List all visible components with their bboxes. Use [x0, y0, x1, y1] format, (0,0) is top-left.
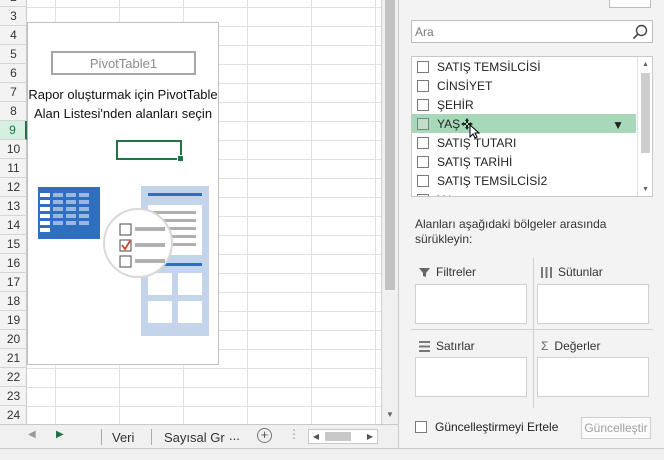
scroll-down-icon[interactable]: ▼ — [382, 406, 398, 422]
pivot-illustration — [36, 183, 211, 366]
row-header[interactable]: 20 — [0, 330, 27, 349]
field-checkbox[interactable] — [417, 155, 429, 168]
field-list-scrollbar[interactable]: ▲ ▼ — [637, 57, 652, 196]
scroll-left-icon[interactable]: ◀ — [309, 430, 323, 443]
field-checkbox[interactable] — [417, 79, 429, 92]
pivot-field-pane: SATIŞ TEMSİLCİSİCİNSİYETŞEHİRYAŞ▼SATIŞ T… — [398, 0, 664, 448]
field-item[interactable]: ŞEHİR — [412, 95, 636, 114]
row-header[interactable]: 4 — [0, 26, 27, 45]
row-header[interactable]: 5 — [0, 45, 27, 64]
zone-columns-title: Sütunlar — [541, 265, 603, 279]
defer-update-option[interactable]: Güncelleştirmeyi Ertele — [415, 420, 558, 434]
field-checkbox[interactable] — [417, 174, 429, 187]
zone-filters-title: Filtreler — [419, 265, 476, 279]
row-header[interactable]: 11 — [0, 159, 27, 178]
defer-update-checkbox[interactable] — [415, 421, 427, 433]
sheet-vertical-scrollbar[interactable]: ▼ — [381, 0, 398, 424]
rows-icon — [419, 340, 430, 352]
field-item[interactable]: SATIŞ TEMSİLCİSİ — [412, 57, 636, 76]
tab-scroll-left-icon[interactable]: ◀ — [28, 429, 36, 440]
field-item[interactable]: Yıl — [412, 190, 636, 197]
pane-top-control[interactable] — [609, 0, 651, 8]
row-header[interactable]: 8 — [0, 102, 27, 121]
horizontal-scrollbar[interactable]: ◀ ▶ — [308, 429, 378, 444]
zone-filters-box[interactable] — [415, 284, 527, 324]
field-scroll-up-icon[interactable]: ▲ — [638, 57, 652, 71]
field-item[interactable]: YAŞ ▼ — [412, 114, 636, 133]
field-checkbox[interactable] — [417, 117, 429, 130]
field-label: YAŞ — [437, 116, 461, 131]
search-icon[interactable] — [631, 23, 649, 41]
status-bar — [0, 448, 664, 460]
zone-values-box[interactable] — [537, 357, 649, 397]
field-checkbox[interactable] — [417, 60, 429, 73]
row-header[interactable]: 16 — [0, 254, 27, 273]
row-header[interactable]: 17 — [0, 273, 27, 292]
field-label: Yıl — [437, 193, 451, 197]
field-label: SATIŞ TARİHİ — [437, 154, 513, 169]
field-item[interactable]: SATIŞ TARİHİ — [412, 152, 636, 171]
field-item[interactable]: SATIŞ TUTARI — [412, 133, 636, 152]
pivot-table-name: PivotTable1 — [51, 51, 196, 75]
zone-values-title: Σ Değerler — [541, 339, 601, 353]
pivot-instructions: Rapor oluşturmak için PivotTable Alan Li… — [28, 87, 218, 121]
row-header[interactable]: 18 — [0, 292, 27, 311]
row-header[interactable]: 7 — [0, 83, 27, 102]
row-header[interactable]: 23 — [0, 387, 27, 406]
row-header[interactable]: 15 — [0, 235, 27, 254]
row-header[interactable]: 24 — [0, 406, 27, 424]
row-header[interactable]: 3 — [0, 7, 27, 26]
field-checkbox[interactable] — [417, 136, 429, 149]
horizontal-scroll-thumb[interactable] — [325, 432, 351, 441]
field-label: SATIŞ TEMSİLCİSİ2 — [437, 173, 548, 188]
add-sheet-icon[interactable]: + — [257, 428, 272, 443]
field-label: CİNSİYET — [437, 78, 493, 93]
filter-icon — [419, 267, 430, 277]
row-header[interactable]: 21 — [0, 349, 27, 368]
row-header[interactable]: 13 — [0, 197, 27, 216]
field-item[interactable]: CİNSİYET — [412, 76, 636, 95]
field-list[interactable]: SATIŞ TEMSİLCİSİ CİNSİYET ŞEHİR YAŞ ▼ SATIŞ T… — [411, 56, 653, 197]
sheet-tab-veri[interactable]: Veri — [104, 428, 142, 446]
tab-scroll-right-icon[interactable]: ▶ — [56, 429, 64, 440]
move-cursor-icon — [461, 118, 481, 139]
field-dropdown-icon[interactable]: ▼ — [612, 118, 624, 132]
row-header[interactable]: 12 — [0, 178, 27, 197]
field-label: SATIŞ TEMSİLCİSİ — [437, 59, 541, 74]
sheet-tab-bar: ◀ ▶ Veri Sayısal Gr ... + ⋮ ◀ ▶ — [0, 424, 398, 448]
zone-rows-box[interactable] — [415, 357, 527, 397]
field-label: ŞEHİR — [437, 97, 474, 112]
update-button[interactable]: Güncelleştir — [581, 417, 651, 439]
scroll-thumb[interactable] — [385, 0, 395, 290]
row-header[interactable]: 19 — [0, 311, 27, 330]
field-search-box[interactable] — [411, 20, 653, 43]
field-checkbox[interactable] — [417, 193, 429, 196]
field-scroll-thumb[interactable] — [641, 73, 650, 153]
field-checkbox[interactable] — [417, 98, 429, 111]
columns-icon — [541, 266, 552, 278]
field-scroll-down-icon[interactable]: ▼ — [638, 182, 652, 196]
row-header[interactable]: 14 — [0, 216, 27, 235]
field-search-input[interactable] — [412, 21, 631, 42]
sheet-tab-sayisal[interactable]: Sayısal Gr — [156, 428, 233, 446]
row-header[interactable]: 10 — [0, 140, 27, 159]
row-header[interactable]: 6 — [0, 64, 27, 83]
sigma-icon: Σ — [541, 339, 549, 353]
more-sheets-button[interactable]: ... — [229, 428, 240, 443]
pivot-table-placeholder[interactable]: PivotTable1 Rapor oluşturmak için PivotT… — [27, 22, 219, 365]
zone-rows-title: Satırlar — [419, 339, 475, 353]
drag-instruction: Alanları aşağıdaki bölgeler arasında sür… — [415, 217, 607, 246]
worksheet[interactable]: 23456789101112131415161718192021222324 P… — [0, 0, 381, 424]
row-header[interactable]: 2 — [0, 0, 27, 7]
zone-columns-box[interactable] — [537, 284, 649, 324]
active-cell[interactable] — [116, 140, 184, 162]
defer-update-label: Güncelleştirmeyi Ertele — [435, 420, 559, 434]
field-item[interactable]: SATIŞ TEMSİLCİSİ2 — [412, 171, 636, 190]
row-header[interactable]: 22 — [0, 368, 27, 387]
splitter-handle-icon[interactable]: ⋮ — [288, 427, 300, 441]
row-header[interactable]: 9 — [0, 121, 27, 140]
scroll-right-icon[interactable]: ▶ — [363, 430, 377, 443]
row-headers: 23456789101112131415161718192021222324 — [0, 0, 27, 424]
